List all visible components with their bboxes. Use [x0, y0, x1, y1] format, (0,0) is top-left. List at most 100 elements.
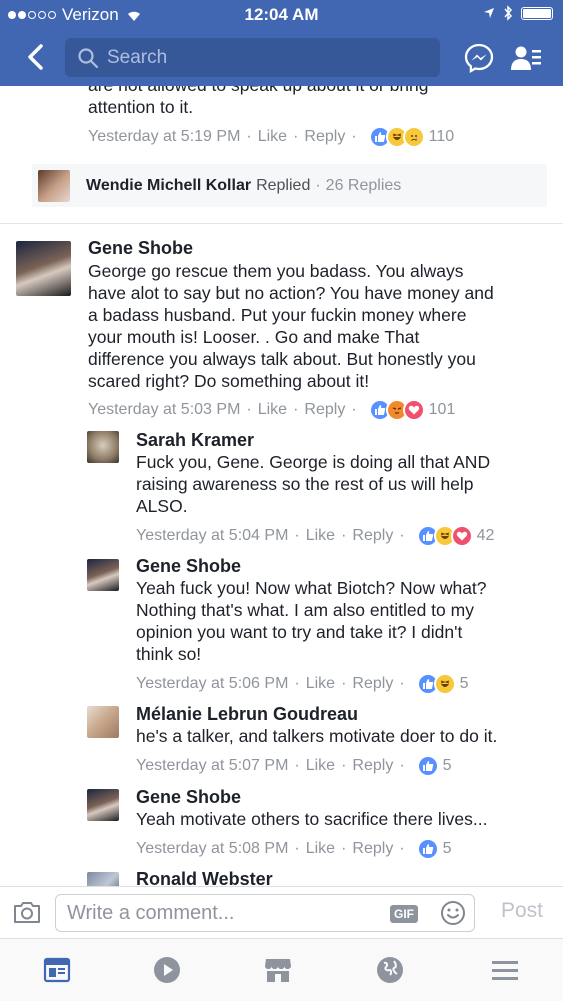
comment-time: Yesterday at 5:04 PM [136, 527, 289, 544]
reactions[interactable]: 42 [416, 525, 495, 547]
reactions[interactable]: 110 [368, 126, 455, 148]
reaction-count: 5 [459, 675, 469, 692]
comment-composer: Write a comment... GIF Post [0, 886, 563, 939]
like-link[interactable]: Like [306, 840, 335, 858]
comment-line: George go rescue them you badass. You al… [88, 261, 464, 281]
reply-link[interactable]: Reply [352, 527, 393, 545]
status-bar: Verizon 12:04 AM [0, 0, 563, 30]
comment-time: Yesterday at 5:19 PM [88, 128, 241, 145]
comment-author[interactable]: Gene Shobe [136, 556, 558, 577]
comment-body: Fuck you, Gene. George is doing all that… [136, 451, 558, 517]
comment-line: Yeah fuck you! Now what Biotch? Now what… [136, 578, 487, 598]
comment-time: Yesterday at 5:03 PM [88, 401, 241, 418]
reaction-count: 42 [476, 527, 495, 544]
replies-count: 26 Replies [325, 176, 402, 194]
reactions[interactable]: 101 [368, 399, 456, 421]
back-icon[interactable] [22, 42, 52, 72]
top-comment-meta: Yesterday at 5:19 PM · Like · Reply · 110 [88, 126, 558, 148]
comment-line: a badass husband. Put your fuckin money … [88, 305, 467, 325]
comment-line: scared right? Do something about it! [88, 371, 370, 391]
news-feed-icon[interactable] [42, 955, 72, 985]
video-icon[interactable] [152, 955, 182, 985]
friend-requests-icon[interactable] [510, 42, 542, 74]
reactions[interactable]: 5 [416, 755, 452, 777]
clock: 12:04 AM [244, 5, 319, 24]
comment-body: he's a talker, and talkers motivate doer… [136, 725, 558, 747]
main-comment: Gene Shobe George go rescue them you bad… [88, 238, 558, 421]
gif-button[interactable]: GIF [390, 905, 418, 923]
comment-author[interactable]: Sarah Kramer [136, 430, 558, 451]
comment-time: Yesterday at 5:06 PM [136, 675, 289, 692]
reply-comment: Gene Shobe Yeah fuck you! Now what Biotc… [136, 556, 558, 695]
like-link[interactable]: Like [306, 527, 335, 545]
comment-author[interactable]: Gene Shobe [88, 238, 558, 259]
smiley-icon[interactable] [440, 900, 466, 926]
comment-line: ALSO. [136, 496, 188, 516]
like-link[interactable]: Like [258, 128, 287, 146]
messenger-icon[interactable] [463, 42, 495, 74]
top-nav-bar: Search [0, 30, 563, 86]
comment-line: your mouth is! Looser. . Go and make Tha… [88, 327, 420, 347]
comment-author[interactable]: Mélanie Lebrun Goudreau [136, 704, 558, 725]
comment-author[interactable]: Ronald Webster [136, 869, 558, 886]
reactions[interactable]: 5 [416, 673, 469, 695]
like-link[interactable]: Like [306, 757, 335, 775]
love-reaction-icon [450, 525, 473, 547]
divider [0, 223, 563, 224]
replier-name[interactable]: Wendie Michell Kollar [86, 177, 251, 195]
top-comment-text-cut: are not allowed to speak up about it or … [88, 86, 558, 96]
reply-link[interactable]: Reply [352, 757, 393, 775]
love-reaction-icon [402, 399, 425, 421]
like-reaction-icon [416, 755, 439, 777]
search-placeholder: Search [107, 46, 168, 68]
avatar [38, 169, 70, 202]
avatar[interactable] [87, 789, 119, 821]
bluetooth-icon [504, 5, 513, 21]
avatar[interactable] [87, 431, 119, 463]
top-comment: are not allowed to speak up about it or … [88, 86, 558, 148]
notifications-globe-icon[interactable] [375, 955, 405, 985]
reply-comment: Mélanie Lebrun Goudreau he's a talker, a… [136, 704, 558, 777]
reply-comment: Ronald Webster [136, 869, 558, 886]
search-input[interactable]: Search [65, 38, 440, 77]
comment-input[interactable]: Write a comment... GIF [55, 894, 475, 932]
avatar[interactable] [87, 706, 119, 738]
reaction-count: 5 [442, 840, 452, 857]
replied-label: Replied [256, 176, 311, 194]
avatar[interactable] [16, 241, 71, 296]
haha-reaction-icon [433, 673, 456, 695]
location-arrow-icon [484, 8, 494, 18]
bottom-tab-bar [0, 938, 563, 1001]
reply-link[interactable]: Reply [352, 675, 393, 693]
avatar[interactable] [87, 872, 119, 886]
reaction-count: 101 [428, 401, 456, 418]
post-button[interactable]: Post [501, 899, 543, 923]
battery-icon [521, 6, 553, 20]
reply-link[interactable]: Reply [304, 401, 345, 419]
camera-icon[interactable] [13, 900, 41, 924]
comment-line: Yeah motivate others to sacrifice there … [136, 809, 488, 829]
comment-body: Yeah motivate others to sacrifice there … [136, 808, 558, 830]
sad-reaction-icon [402, 126, 425, 148]
comment-line: Nothing that's what. I am also entitled … [136, 600, 474, 620]
top-comment-text: attention to it. [88, 97, 194, 117]
like-link[interactable]: Like [306, 675, 335, 693]
comment-meta: Yesterday at 5:03 PM · Like · Reply · 101 [88, 399, 558, 421]
comment-line: think so! [136, 644, 202, 664]
reaction-count: 110 [428, 128, 455, 145]
avatar[interactable] [87, 559, 119, 591]
comment-meta: Yesterday at 5:06 PM · Like · Reply · 5 [136, 673, 558, 695]
replies-summary[interactable]: Wendie Michell Kollar Replied · 26 Repli… [32, 164, 547, 207]
reactions[interactable]: 5 [416, 838, 452, 860]
comment-body: George go rescue them you badass. You al… [88, 260, 558, 392]
menu-icon[interactable] [490, 955, 520, 985]
comment-line: opinion you want to try and take it? I d… [136, 622, 463, 642]
reply-link[interactable]: Reply [352, 840, 393, 858]
marketplace-icon[interactable] [263, 955, 293, 985]
reply-comment: Sarah Kramer Fuck you, Gene. George is d… [136, 430, 558, 547]
comment-line: have alot to say but no action? You have… [88, 283, 494, 303]
comment-author[interactable]: Gene Shobe [136, 787, 558, 808]
comment-time: Yesterday at 5:08 PM [136, 840, 289, 857]
like-link[interactable]: Like [258, 401, 287, 419]
reply-link[interactable]: Reply [304, 128, 345, 146]
